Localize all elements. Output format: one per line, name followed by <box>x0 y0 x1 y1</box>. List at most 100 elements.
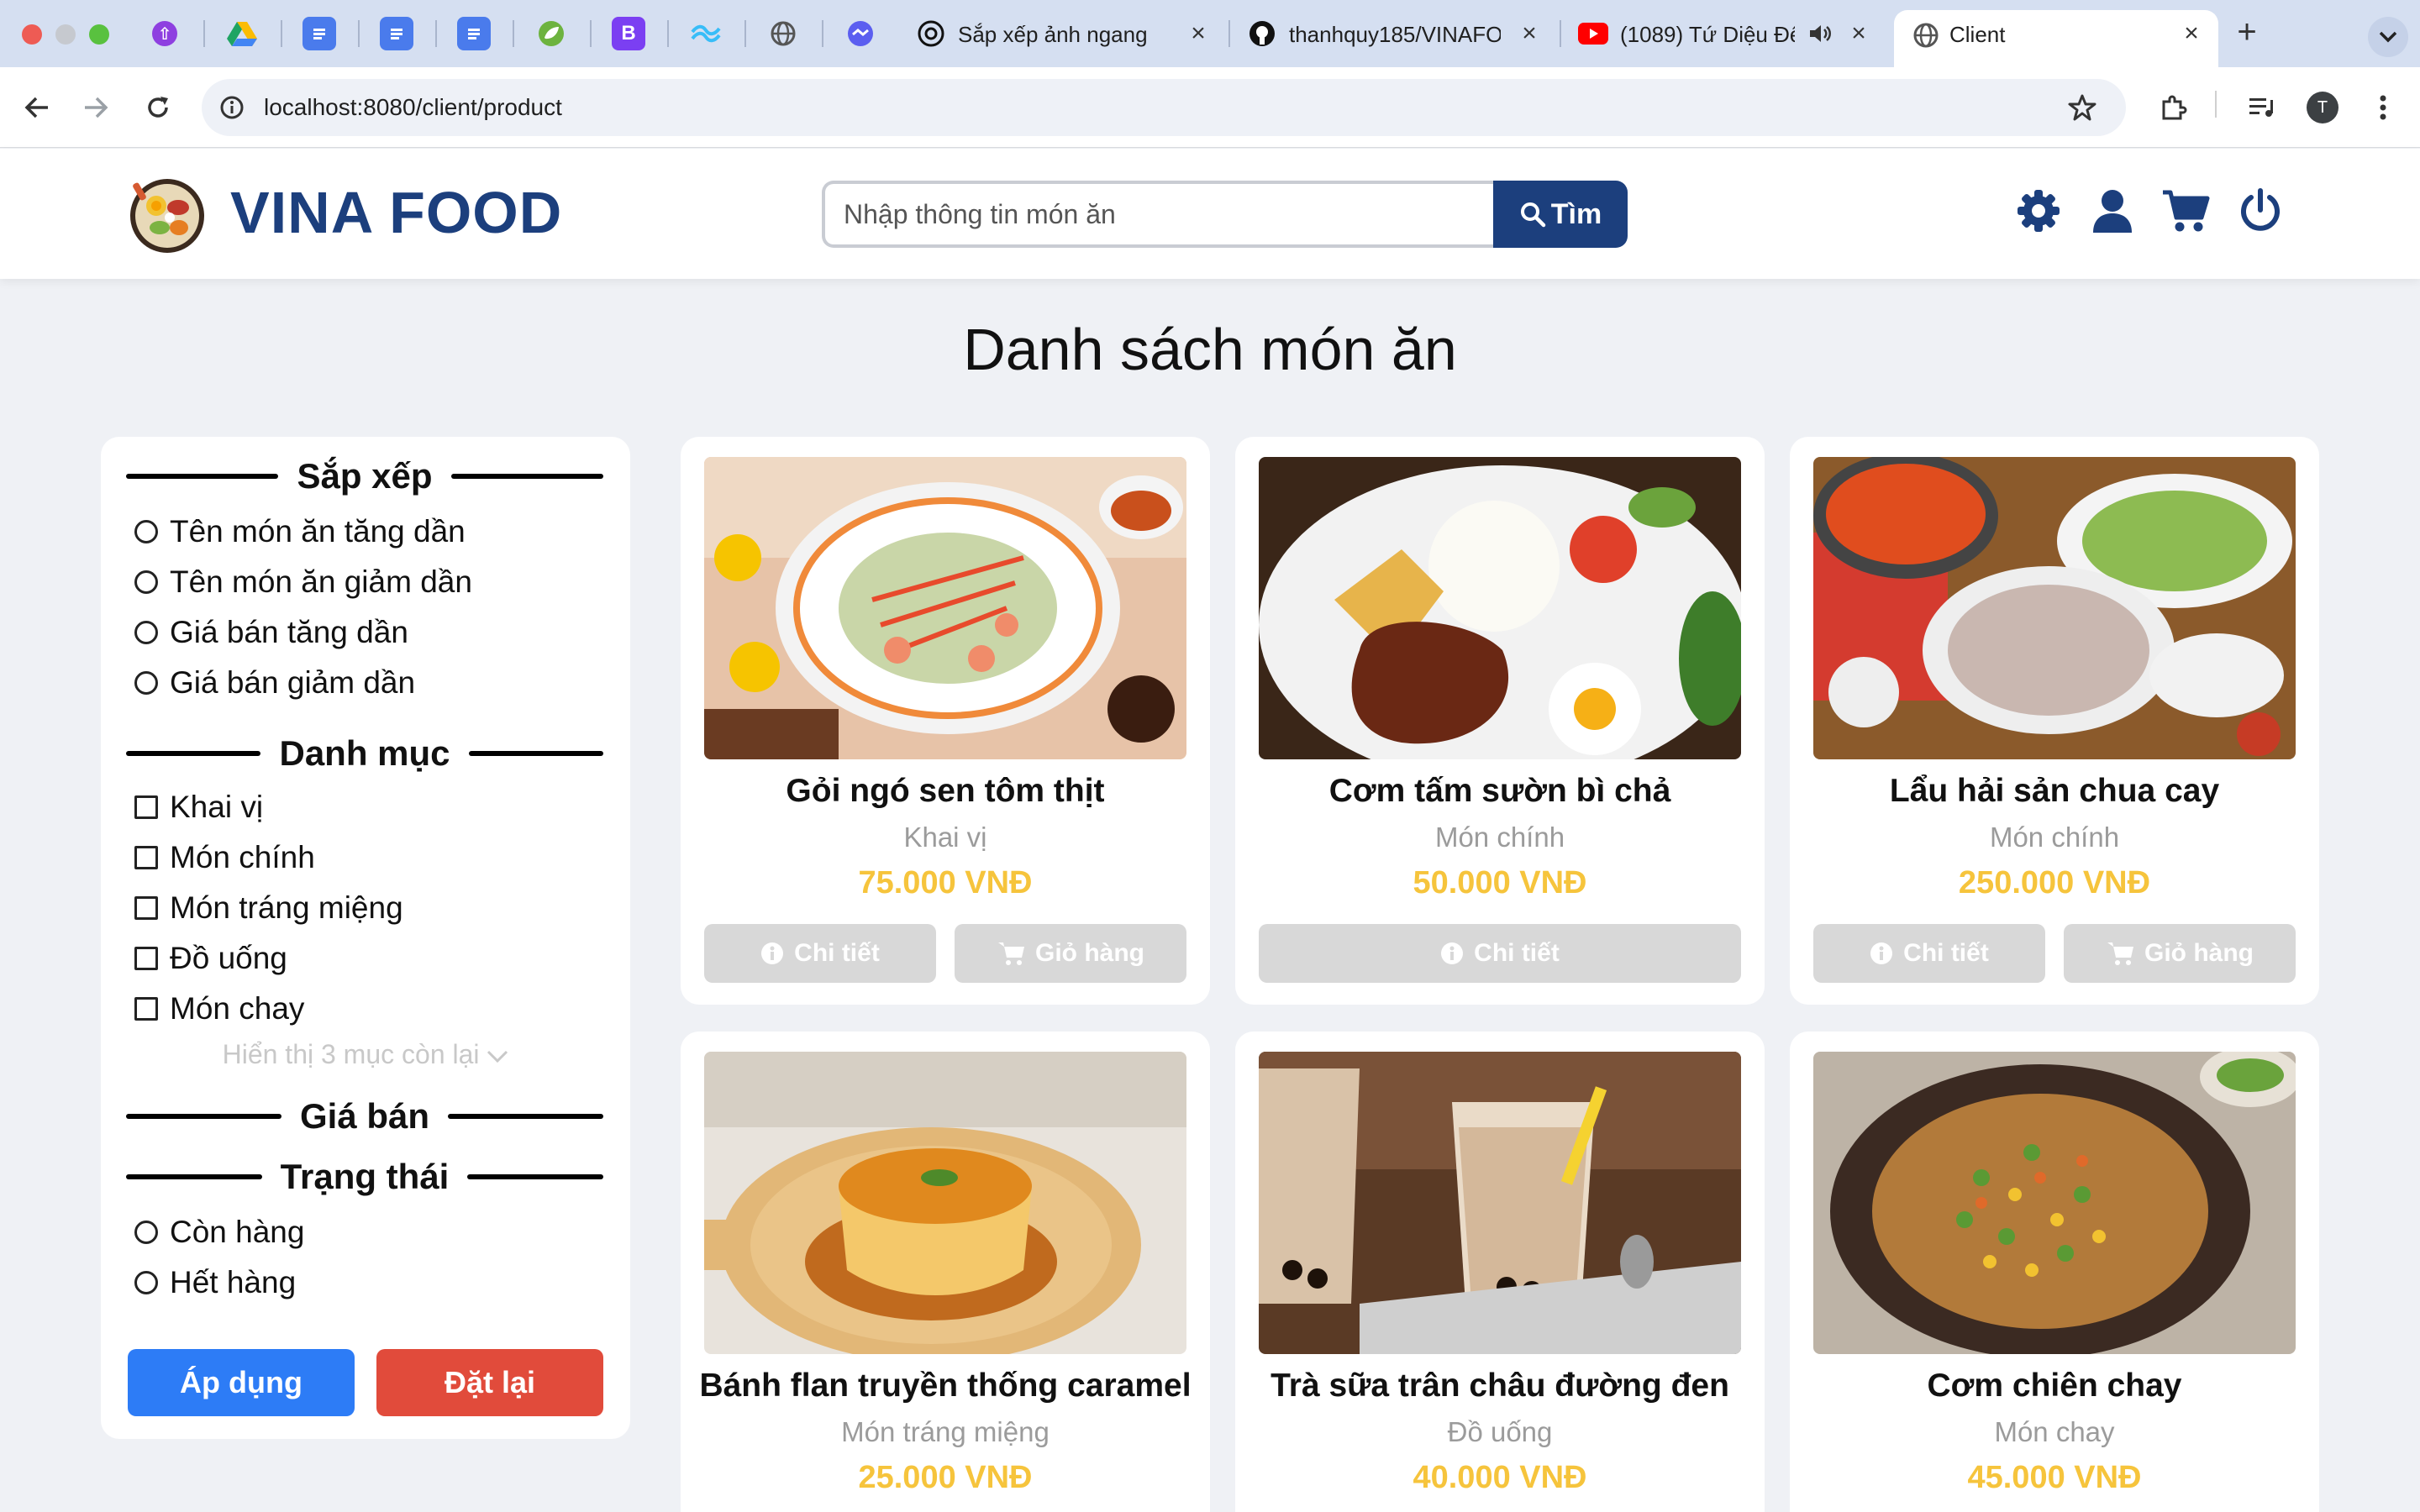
category-option-vegetarian[interactable]: Món chay <box>134 990 304 1028</box>
product-image-caramel-flan[interactable] <box>704 1052 1186 1354</box>
tab-close-icon[interactable]: × <box>2176 18 2207 49</box>
status-option-out-of-stock[interactable]: Hết hàng <box>134 1263 296 1302</box>
logo-food-plate-icon[interactable] <box>126 174 208 256</box>
tab-favicon-docs-3[interactable] <box>457 17 491 50</box>
site-info-icon[interactable] <box>212 87 252 128</box>
forward-arrow-icon[interactable] <box>76 87 116 128</box>
window-close-button[interactable] <box>22 24 42 45</box>
radio-button[interactable] <box>134 671 158 695</box>
product-name[interactable]: Cơm tấm sườn bì chả <box>1235 773 1765 810</box>
page-title: Danh sách món ăn <box>963 317 1457 382</box>
shopping-cart-icon[interactable] <box>2161 187 2210 234</box>
profile-avatar[interactable]: T <box>2302 87 2343 128</box>
checkbox[interactable] <box>134 896 158 920</box>
browser-menu-kebab-icon[interactable] <box>2363 87 2403 128</box>
cart-plus-icon <box>2107 942 2133 965</box>
window-minimize-button[interactable] <box>55 24 76 45</box>
tab-favicon-drive[interactable] <box>225 17 259 50</box>
power-logout-icon[interactable] <box>2237 187 2284 234</box>
tab-separator <box>358 20 360 47</box>
status-option-in-stock[interactable]: Còn hàng <box>134 1213 304 1252</box>
radio-button[interactable] <box>134 1271 158 1294</box>
product-image-bubble-tea[interactable] <box>1259 1052 1741 1354</box>
category-option-dessert[interactable]: Món tráng miệng <box>134 889 403 927</box>
tab-close-icon[interactable]: × <box>1183 18 1213 49</box>
sort-option-price-desc[interactable]: Giá bán giảm dần <box>134 664 415 702</box>
gear-icon[interactable] <box>2015 187 2062 234</box>
detail-button[interactable]: Chi tiết <box>1259 924 1741 983</box>
add-to-cart-button[interactable]: Giỏ hàng <box>955 924 1186 983</box>
globe-icon <box>771 21 796 46</box>
media-control-icon[interactable] <box>2242 87 2282 128</box>
detail-button[interactable]: Chi tiết <box>1813 924 2045 983</box>
tab-favicon-app[interactable] <box>844 17 877 50</box>
checkbox[interactable] <box>134 947 158 970</box>
product-card: Gỏi ngó sen tôm thịt Khai vị 75.000 VNĐ … <box>681 437 1210 1005</box>
back-arrow-icon[interactable] <box>17 87 57 128</box>
radio-button[interactable] <box>134 520 158 543</box>
category-option-main[interactable]: Món chính <box>134 838 315 877</box>
tab-title[interactable]: (1089) Tứ Diệu Đế <box>1620 20 1795 49</box>
radio-button[interactable] <box>134 570 158 594</box>
toolbar-separator <box>2215 91 2217 118</box>
tab-separator <box>590 20 592 47</box>
tab-favicon-globe[interactable] <box>766 17 800 50</box>
info-icon <box>1441 942 1464 964</box>
tab-title[interactable]: thanhquy185/VINAFOOD <box>1289 20 1501 49</box>
category-option-appetizer[interactable]: Khai vị <box>134 788 263 827</box>
product-name[interactable]: Bánh flan truyền thống caramel <box>681 1368 1210 1404</box>
tab-favicon-spring[interactable] <box>534 17 568 50</box>
tab-favicon-docs-1[interactable] <box>302 17 336 50</box>
tab-favicon-1[interactable]: ⇧ <box>148 17 182 50</box>
product-name[interactable]: Trà sữa trân châu đường đen <box>1235 1368 1765 1404</box>
sort-option-name-asc[interactable]: Tên món ăn tăng dần <box>134 512 466 551</box>
tab-favicon-tailwind[interactable] <box>689 17 723 50</box>
apply-button[interactable]: Áp dụng <box>128 1349 355 1416</box>
product-image-lotus-salad[interactable] <box>704 457 1186 759</box>
reload-icon[interactable] <box>138 87 178 128</box>
checkbox[interactable] <box>134 795 158 819</box>
option-label: Tên món ăn giảm dần <box>170 564 472 599</box>
checkbox[interactable] <box>134 846 158 869</box>
radio-button[interactable] <box>134 1221 158 1244</box>
tab-search-chevron-icon[interactable] <box>2368 17 2408 57</box>
new-tab-plus-icon[interactable]: + <box>2232 15 2262 49</box>
app-icon: ⇧ <box>152 21 177 46</box>
show-more-categories[interactable]: Hiển thị 3 mục còn lại <box>101 1039 630 1070</box>
bookmark-star-icon[interactable] <box>2062 87 2102 128</box>
brand-name[interactable]: VINA FOOD <box>230 179 562 246</box>
product-name[interactable]: Lẩu hải sản chua cay <box>1790 773 2319 810</box>
radio-button[interactable] <box>134 621 158 644</box>
tab-favicon-docs-2[interactable] <box>380 17 413 50</box>
user-icon[interactable] <box>2089 187 2136 234</box>
tab-client[interactable]: Client × <box>1894 10 2218 67</box>
checkbox[interactable] <box>134 997 158 1021</box>
tab-title[interactable]: Sắp xếp ảnh ngang <box>958 20 1160 49</box>
product-image-broken-rice[interactable] <box>1259 457 1741 759</box>
divider <box>448 1114 604 1119</box>
sort-option-price-asc[interactable]: Giá bán tăng dần <box>134 613 408 652</box>
search-input[interactable] <box>822 181 1499 248</box>
detail-button[interactable]: Chi tiết <box>704 924 936 983</box>
product-name[interactable]: Gỏi ngó sen tôm thịt <box>681 773 1210 810</box>
product-image-seafood-hotpot[interactable] <box>1813 457 2296 759</box>
add-to-cart-button[interactable]: Giỏ hàng <box>2064 924 2296 983</box>
tab-close-icon[interactable]: × <box>1514 18 1544 49</box>
tab-favicon-bootstrap[interactable]: B <box>612 17 645 50</box>
tab-separator <box>513 20 514 47</box>
extensions-puzzle-icon[interactable] <box>2153 87 2193 128</box>
category-option-drink[interactable]: Đồ uống <box>134 939 287 978</box>
browser-tab-bar: ⇧ B Sắp xếp ảnh ngang × thanhquy185/VINA… <box>0 0 2420 67</box>
cart-plus-icon <box>998 942 1024 965</box>
reset-button[interactable]: Đặt lại <box>376 1349 603 1416</box>
option-label: Còn hàng <box>170 1215 305 1249</box>
tab-close-icon[interactable]: × <box>1844 18 1874 49</box>
window-maximize-button[interactable] <box>89 24 109 45</box>
product-image-vegetarian-fried-rice[interactable] <box>1813 1052 2296 1354</box>
product-category: Khai vị <box>903 822 987 853</box>
sort-option-name-desc[interactable]: Tên món ăn giảm dần <box>134 563 472 601</box>
speaker-icon[interactable] <box>1803 17 1837 50</box>
product-name[interactable]: Cơm chiên chay <box>1790 1368 2319 1404</box>
address-bar[interactable]: localhost:8080/client/product <box>202 79 2126 136</box>
search-button[interactable]: Tìm <box>1493 181 1628 248</box>
